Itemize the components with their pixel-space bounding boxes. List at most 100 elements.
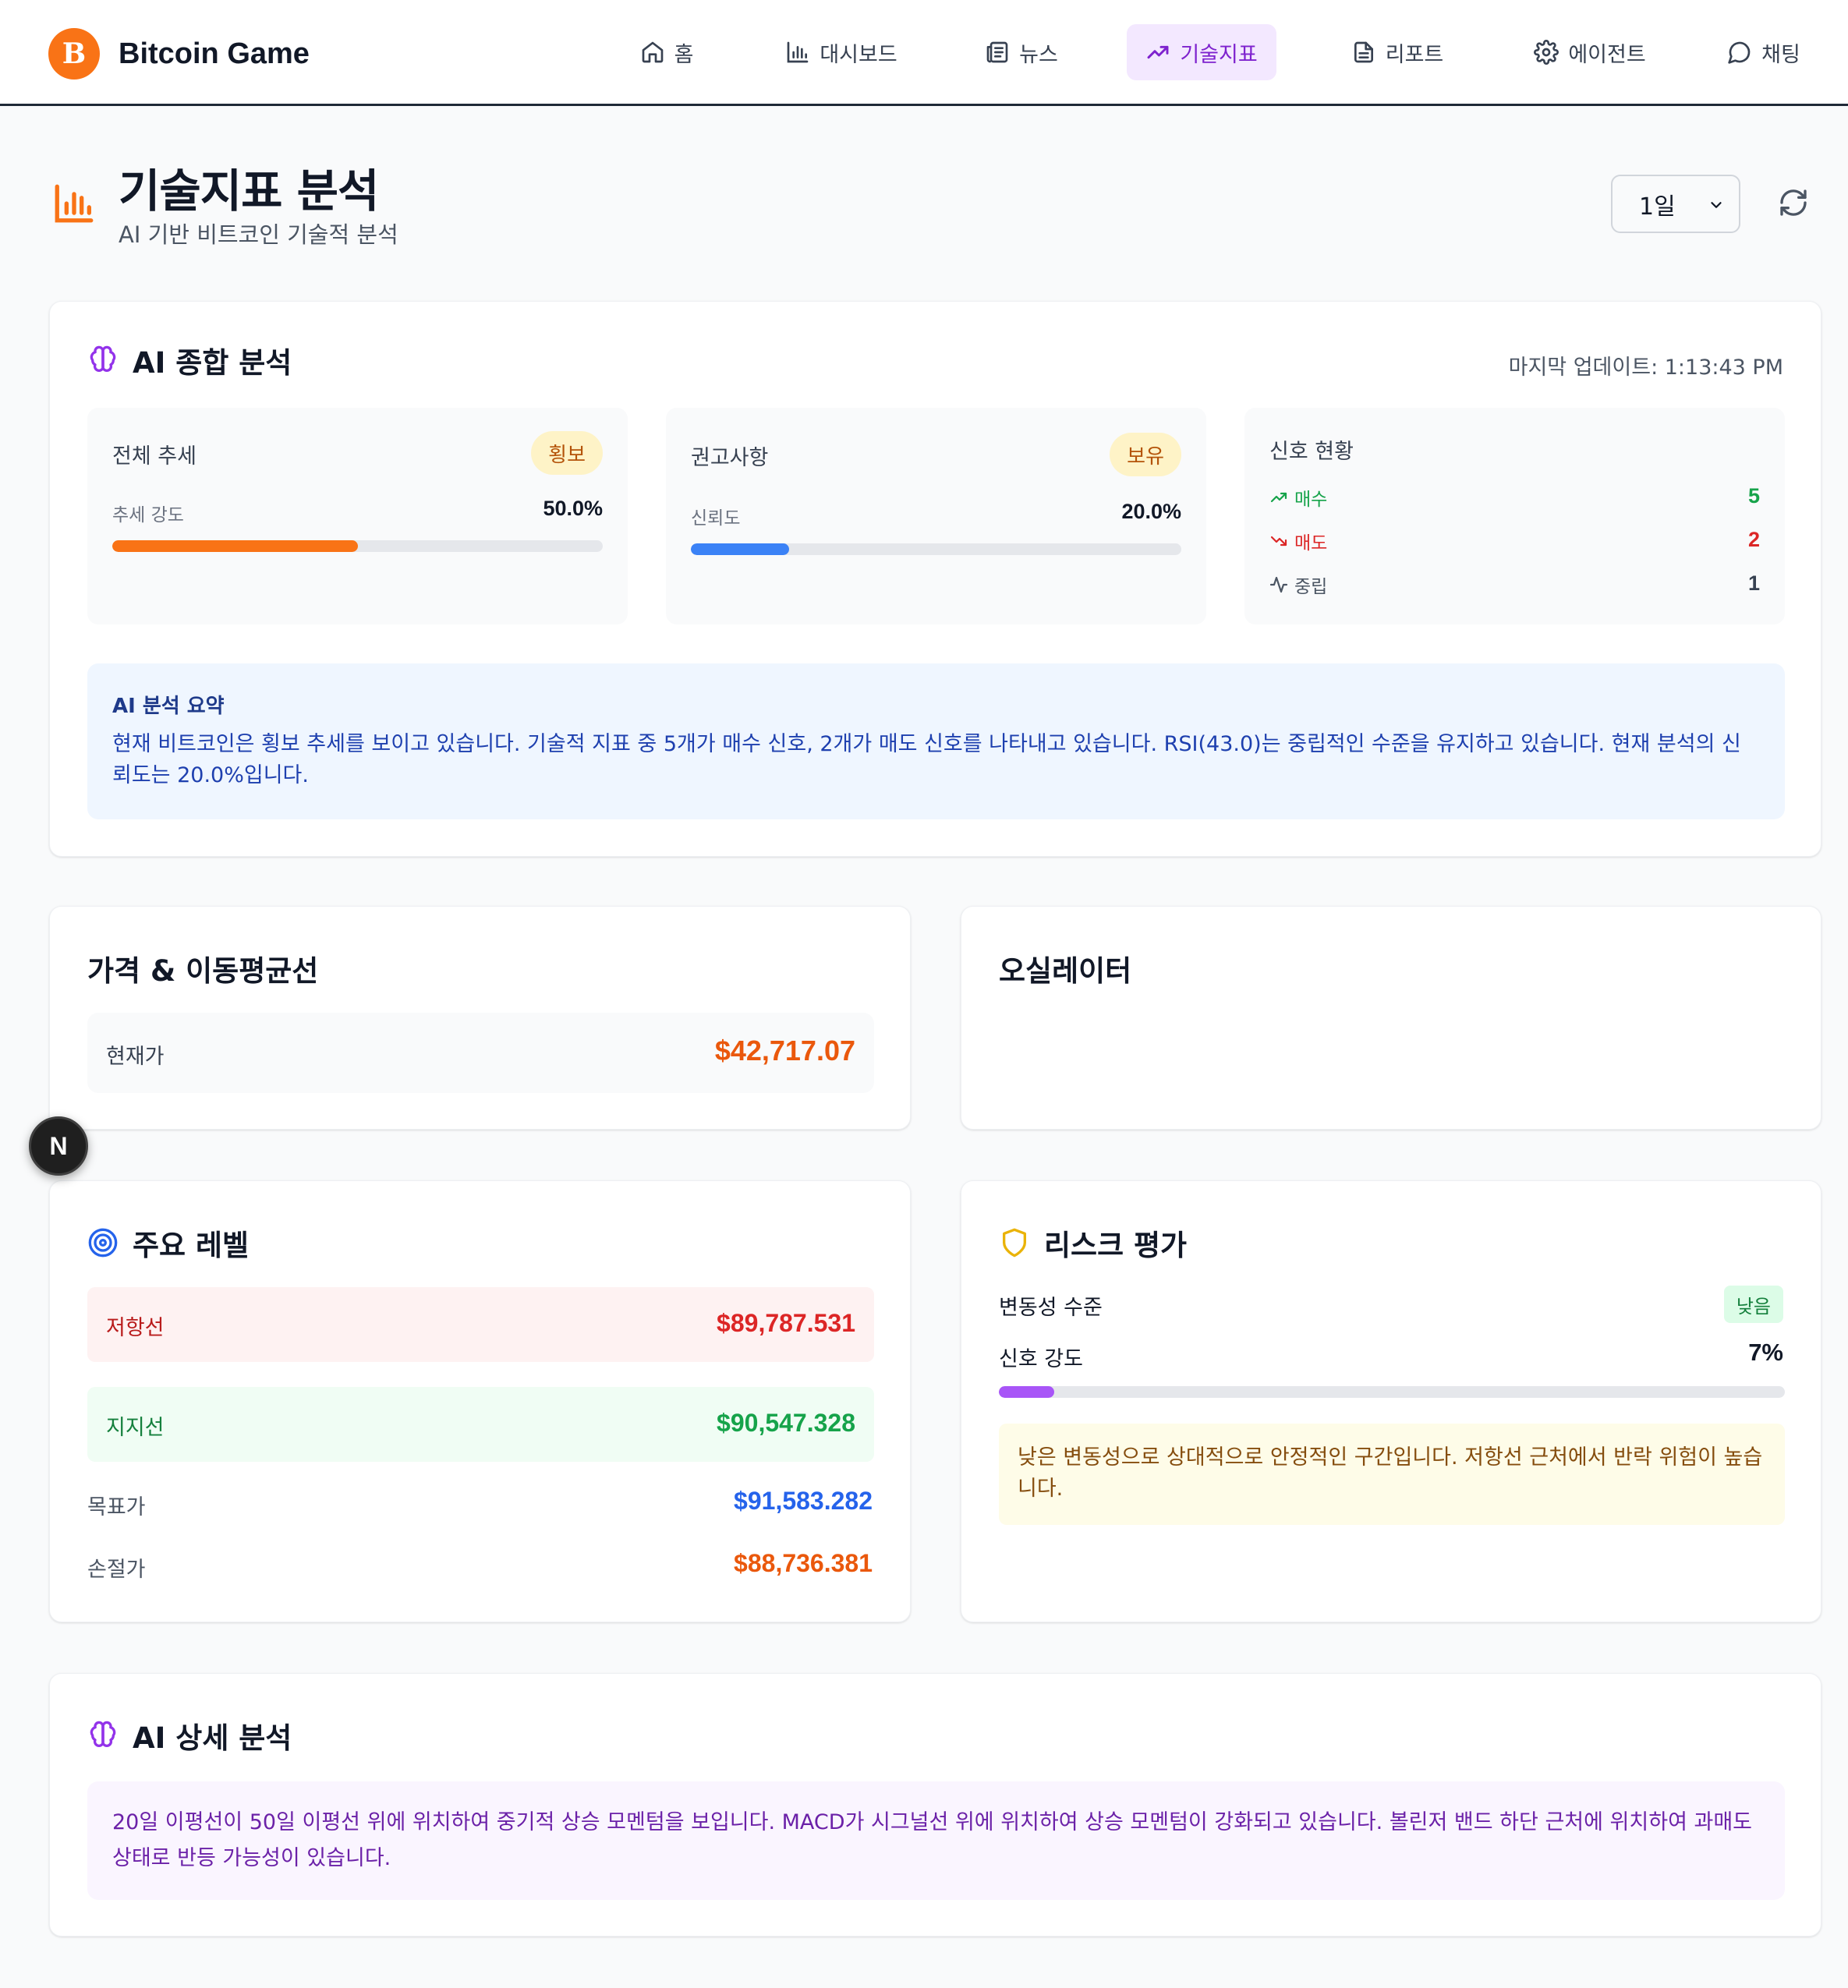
signal-strength-label: 신호 강도 [999,1347,1083,1371]
neutral-label: 중립 [1294,577,1328,597]
resistance-label: 저항선 [106,1316,165,1340]
risk-card: 리스크 평가 변동성 수준 낮음 신호 강도 7% 낮은 변동성으로 상대적으로… [961,1180,1821,1622]
activity-icon [1269,576,1288,593]
card-title: 주요 레벨 [87,1222,249,1264]
ai-summary-card: AI 종합 분석 마지막 업데이트: 1:13:43 PM 전체 추세 횡보 추… [49,301,1821,857]
ai-summary-text: 현재 비트코인은 횡보 추세를 보이고 있습니다. 기술적 지표 중 5개가 매… [112,732,1741,787]
confidence-value: 20.0% [1121,500,1181,523]
home-icon [642,41,663,63]
support-value: $90,547.328 [717,1409,855,1437]
key-levels-title: 주요 레벨 [133,1229,250,1262]
nav-item-home[interactable]: 홈 [624,24,710,80]
file-text-icon [1354,41,1373,63]
period-select[interactable]: 1일 [1611,175,1740,233]
support-label: 지지선 [106,1416,165,1440]
trend-strength-bar [112,540,603,552]
bar-chart-icon [787,41,809,63]
resistance-value: $89,787.531 [717,1309,855,1337]
trending-up-icon [1270,492,1287,503]
ai-summary-heading: AI 분석 요약 [112,695,225,718]
confidence-label: 신뢰도 [691,508,741,529]
trend-badge: 횡보 [531,431,603,475]
neutral-signal-row: 중립 [1269,571,1327,598]
neutral-count: 1 [1747,571,1760,595]
trend-strength-label: 추세 강도 [112,505,184,525]
nav-item-report[interactable]: 리포트 [1335,24,1460,80]
card-title: 오실레이터 [999,954,1132,988]
trend-strength-fill [112,540,358,552]
target-icon [88,1228,118,1258]
risk-note-box: 낮은 변동성으로 상대적으로 안정적인 구간입니다. 저항선 근처에서 반락 위… [999,1424,1785,1525]
risk-title: 리스크 평가 [1044,1229,1188,1262]
ai-detail-card: AI 상세 분석 20일 이평선이 50일 이평선 위에 위치하여 중기적 상승… [49,1673,1821,1937]
sell-signal-row: 매도 [1269,528,1327,554]
card-title: 리스크 평가 [999,1222,1187,1264]
nav-label: 기술지표 [1180,42,1258,67]
nav-label: 에이전트 [1568,42,1646,67]
nav-item-technical[interactable]: 기술지표 [1127,24,1276,80]
recommendation-badge: 보유 [1110,433,1181,476]
signal-strength-fill [999,1386,1054,1398]
bar-chart-icon [55,184,94,223]
card-title: 가격 & 이동평균선 [87,954,319,988]
buy-count: 5 [1747,484,1760,508]
card-title: AI 종합 분석 [87,339,292,381]
gear-icon [1534,40,1559,65]
chevron-down-icon [1711,202,1722,208]
stoploss-label: 손절가 [87,1558,146,1582]
stoploss-value: $88,736.381 [734,1549,873,1577]
current-price-value: $42,717.07 [714,1035,855,1067]
signals-box: 신호 현황 매수 5 매도 2 중립 1 [1244,408,1785,624]
trend-box: 전체 추세 횡보 추세 강도 50.0% [87,408,628,624]
refresh-icon[interactable] [1778,187,1809,218]
trend-label: 전체 추세 [112,444,196,469]
target-value: $91,583.282 [734,1487,873,1515]
nav-label: 채팅 [1761,42,1800,67]
trending-down-icon [1270,536,1287,547]
current-price-label: 현재가 [106,1045,165,1069]
page-subtitle: AI 기반 비트코인 기술적 분석 [119,221,398,248]
nav-label: 뉴스 [1019,42,1058,67]
brand[interactable]: B Bitcoin Game [48,28,310,80]
signal-strength-value: 7% [1748,1339,1783,1366]
ai-summary-title: AI 종합 분석 [133,346,292,380]
ai-detail-text: 20일 이평선이 50일 이평선 위에 위치하여 중기적 상승 모멘텀을 보입니… [112,1810,1753,1870]
signal-strength-bar [999,1386,1785,1398]
period-select-value: 1일 [1639,193,1676,221]
sell-count: 2 [1747,528,1760,551]
nav-label: 홈 [674,42,694,67]
key-levels-card: 주요 레벨 저항선 $89,787.531 지지선 $90,547.328 목표… [49,1180,911,1622]
sell-label: 매도 [1294,533,1328,554]
support-row: 지지선 $90,547.328 [87,1387,874,1462]
newspaper-icon [986,41,1008,63]
ai-detail-box: 20일 이평선이 50일 이평선 위에 위치하여 중기적 상승 모멘텀을 보입니… [87,1781,1785,1900]
trend-strength-value: 50.0% [543,497,603,520]
risk-note-text: 낮은 변동성으로 상대적으로 안정적인 구간입니다. 저항선 근처에서 반락 위… [1018,1445,1763,1501]
signals-label: 신호 현황 [1269,440,1354,464]
volatility-badge: 낮음 [1723,1286,1783,1323]
nextjs-dev-button[interactable]: N [29,1116,88,1176]
confidence-bar [691,543,1181,555]
bitcoin-logo-icon: B [48,28,100,80]
card-title: AI 상세 분석 [87,1714,292,1756]
price-ma-card: 가격 & 이동평균선 현재가 $42,717.07 [49,906,911,1130]
nav-label: 대시보드 [820,42,897,67]
brand-name: Bitcoin Game [119,37,310,70]
nav-item-dashboard[interactable]: 대시보드 [769,24,914,80]
shield-icon [1003,1228,1026,1258]
nav-label: 리포트 [1385,42,1444,67]
nav-item-agent[interactable]: 에이전트 [1517,24,1662,80]
recommendation-box: 권고사항 보유 신뢰도 20.0% [666,408,1206,624]
chat-bubble-icon [1728,41,1751,64]
confidence-fill [691,543,789,555]
ai-detail-title: AI 상세 분석 [133,1721,292,1755]
oscillator-card: 오실레이터 [961,906,1821,1130]
ai-summary-box: AI 분석 요약 현재 비트코인은 횡보 추세를 보이고 있습니다. 기술적 지… [87,663,1785,819]
nav-item-news[interactable]: 뉴스 [973,24,1070,80]
volatility-label: 변동성 수준 [999,1296,1103,1320]
nav-item-chat[interactable]: 채팅 [1720,24,1807,80]
top-navbar: B Bitcoin Game 홈 대시보드 뉴스 기술지표 리포트 에이전트 채… [0,0,1848,106]
resistance-row: 저항선 $89,787.531 [87,1287,874,1362]
recommendation-label: 권고사항 [691,446,769,470]
trending-up-icon [1147,45,1169,59]
